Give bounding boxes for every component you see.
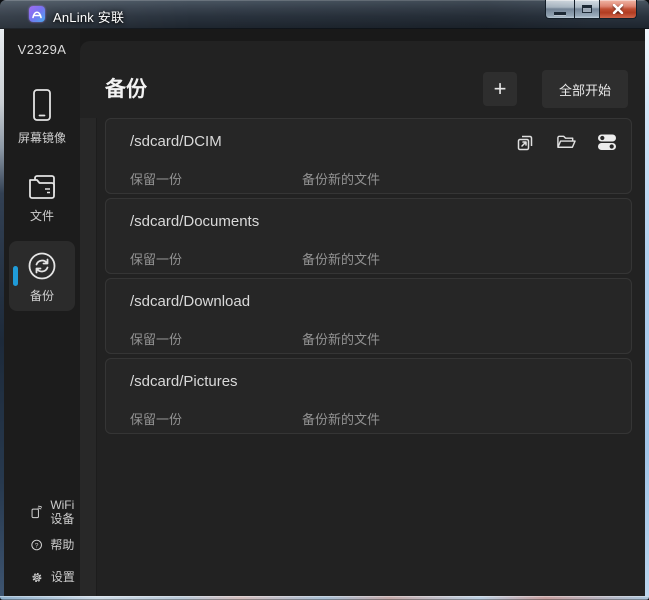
backup-mode-label: 备份新的文件: [302, 169, 380, 188]
wifi-device-icon: [31, 503, 42, 521]
sidebar-item-label: 帮助: [50, 538, 80, 552]
window-title: AnLink 安联: [53, 7, 124, 26]
card-actions: [515, 132, 617, 152]
minimize-icon: [554, 12, 566, 15]
backup-mode-label: 备份新的文件: [302, 329, 380, 348]
backup-card-pictures[interactable]: /sdcard/Pictures 保留一份 备份新的文件: [105, 358, 632, 434]
sidebar-item-backup[interactable]: 备份: [9, 241, 75, 311]
open-folder-icon: [556, 133, 576, 151]
sidebar-item-files[interactable]: 文件: [9, 163, 75, 231]
retention-label: 保留一份: [130, 329, 182, 348]
backup-options-button[interactable]: [597, 132, 617, 152]
backup-mode-label: 备份新的文件: [302, 249, 380, 268]
sidebar-item-label: 屏幕镜像: [18, 129, 66, 146]
app-window: AnLink 安联 V2329A 屏: [0, 0, 649, 600]
backup-list: /sdcard/DCIM 保留一份 备份新的文件: [80, 118, 645, 434]
close-button[interactable]: [600, 0, 637, 19]
device-name: V2329A: [4, 42, 80, 57]
files-icon: [25, 172, 59, 202]
backup-path: /sdcard/Pictures: [130, 373, 238, 390]
start-all-button[interactable]: 全部开始: [542, 70, 628, 108]
sidebar-bottom: WiFi设备 ? 帮助 设置: [4, 498, 80, 590]
retention-label: 保留一份: [130, 409, 182, 428]
settings-gear-icon: [31, 569, 43, 586]
sidebar-item-help[interactable]: ? 帮助: [31, 532, 80, 558]
sidebar-item-label: WiFi设备: [50, 498, 80, 526]
scrollbar-track[interactable]: [80, 118, 97, 596]
help-icon: ?: [31, 537, 42, 553]
backup-path: /sdcard/Documents: [130, 213, 259, 230]
open-external-icon: [516, 133, 535, 152]
panel-header: 备份 + 全部开始: [80, 41, 645, 118]
app-logo-icon: [29, 6, 45, 22]
sidebar-item-label: 备份: [30, 287, 54, 304]
window-border-right: [645, 29, 649, 596]
titlebar[interactable]: AnLink 安联: [0, 0, 649, 29]
sidebar-item-wifi-device[interactable]: WiFi设备: [31, 498, 80, 526]
add-backup-button[interactable]: +: [483, 72, 517, 106]
maximize-button[interactable]: [575, 0, 600, 19]
retention-label: 保留一份: [130, 169, 182, 188]
backup-options-icon: [597, 132, 617, 152]
backup-sync-icon: [26, 250, 58, 282]
screen-mirror-icon: [30, 88, 54, 124]
selected-indicator: [13, 266, 18, 286]
page-title: 备份: [105, 73, 147, 103]
backup-mode-label: 备份新的文件: [302, 409, 380, 428]
backup-card-documents[interactable]: /sdcard/Documents 保留一份 备份新的文件: [105, 198, 632, 274]
sidebar-item-label: 文件: [30, 207, 54, 224]
sidebar-item-label: 设置: [51, 570, 80, 584]
sidebar-item-settings[interactable]: 设置: [31, 564, 80, 590]
backup-card-dcim[interactable]: /sdcard/DCIM 保留一份 备份新的文件: [105, 118, 632, 194]
backup-path: /sdcard/DCIM: [130, 133, 222, 150]
backup-card-download[interactable]: /sdcard/Download 保留一份 备份新的文件: [105, 278, 632, 354]
window-controls: [545, 0, 637, 20]
retention-label: 保留一份: [130, 249, 182, 268]
app-body: V2329A 屏幕镜像 文件: [4, 29, 645, 596]
open-folder-button[interactable]: [556, 132, 576, 152]
sidebar-item-screen-mirror[interactable]: 屏幕镜像: [9, 79, 75, 153]
sidebar-nav: 屏幕镜像 文件: [4, 79, 80, 311]
backup-panel: 备份 + 全部开始 /sdcard/DCIM 保留一份 备份新的文件: [80, 41, 645, 596]
sidebar: V2329A 屏幕镜像 文件: [4, 29, 80, 596]
minimize-button[interactable]: [545, 0, 575, 19]
maximize-icon: [582, 5, 592, 13]
svg-text:?: ?: [35, 542, 39, 549]
run-backup-button[interactable]: [515, 132, 535, 152]
backup-path: /sdcard/Download: [130, 293, 250, 310]
close-icon: [612, 4, 624, 14]
window-border-bottom: [0, 596, 649, 600]
